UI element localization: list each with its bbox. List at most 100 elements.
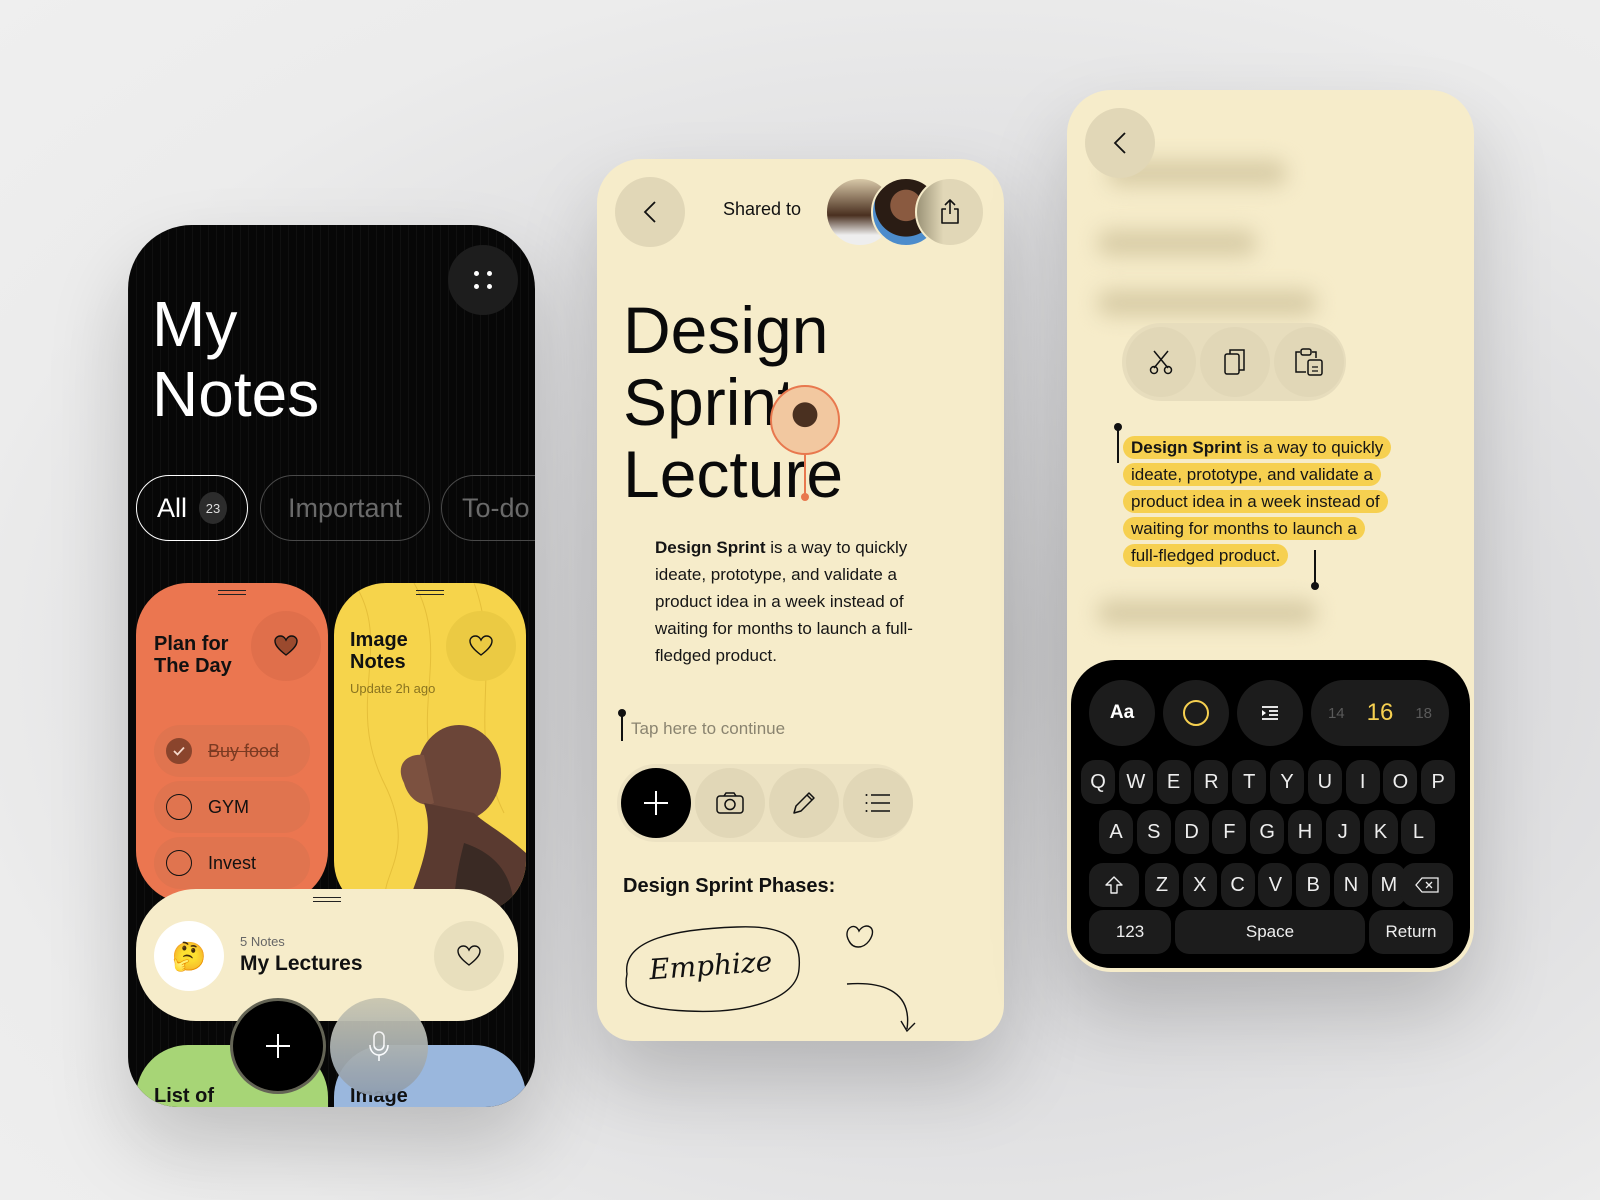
space-key[interactable]: Space [1175,910,1365,954]
key-t[interactable]: T [1232,760,1267,804]
key-o[interactable]: O [1383,760,1418,804]
key-label: Return [1385,922,1437,941]
key-l[interactable]: L [1401,810,1436,854]
page-title: My Notes [152,289,319,429]
key-label: Space [1245,922,1295,941]
list-button[interactable] [843,768,913,838]
key-label: I [1359,770,1366,793]
note-card-image-notes[interactable]: Image Notes Update 2h ago [334,583,526,913]
text-color-button[interactable] [1163,680,1229,746]
filter-chip-todo[interactable]: To-do [441,475,535,541]
share-button[interactable] [915,177,985,247]
favorite-button[interactable] [434,921,504,991]
heart-icon [469,635,493,656]
key-n[interactable]: N [1334,863,1368,907]
checkbox[interactable] [166,794,192,820]
add-note-button[interactable] [230,998,326,1094]
selection-handle-end[interactable] [1314,550,1316,586]
highlight-line: ideate, prototype, and validate a [1123,463,1381,486]
draw-button[interactable] [769,768,839,838]
size-option[interactable]: 18 [1415,705,1432,722]
note-card-lectures[interactable]: 🤔 5 Notes My Lectures [136,889,518,1021]
favorite-button[interactable] [251,611,321,681]
shift-key[interactable] [1089,863,1139,907]
key-p[interactable]: P [1421,760,1456,804]
todo-item[interactable]: GYM [154,781,310,833]
todo-label: Invest [208,852,257,873]
key-z[interactable]: Z [1145,863,1179,907]
filter-chip-all[interactable]: All 23 [136,475,248,541]
shift-icon [1105,876,1123,894]
key-b[interactable]: B [1296,863,1331,907]
size-option-selected[interactable]: 16 [1367,699,1394,727]
font-size-picker[interactable]: 14 16 18 [1311,680,1449,746]
note-body[interactable]: Design Sprint is a way to quickly ideate… [655,534,955,669]
key-label: G [1259,820,1275,843]
key-a[interactable]: A [1099,810,1133,854]
todo-item[interactable]: Buy food [154,725,310,777]
key-w[interactable]: W [1118,760,1153,804]
key-e[interactable]: E [1156,760,1191,804]
key-s[interactable]: S [1136,810,1171,854]
numbers-key[interactable]: 123 [1089,910,1171,954]
card-title: List of [154,1085,214,1107]
key-x[interactable]: X [1182,863,1217,907]
card-title: Plan for The Day [154,633,232,677]
key-label: Z [1155,873,1169,896]
key-label: T [1243,770,1256,793]
highlight-line: full-fledged product. [1123,544,1289,567]
indent-button[interactable] [1237,680,1303,746]
title-line: Design [623,293,829,367]
key-label: B [1306,873,1320,896]
filter-chip-important[interactable]: Important [260,475,430,541]
key-label: A [1109,820,1123,843]
key-j[interactable]: J [1325,810,1360,854]
key-label: R [1204,770,1219,793]
key-r[interactable]: R [1194,760,1229,804]
key-i[interactable]: I [1345,760,1380,804]
key-c[interactable]: C [1220,863,1255,907]
check-icon [173,746,185,756]
continue-input[interactable]: Tap here to continue [631,719,785,739]
paste-button[interactable] [1274,327,1344,397]
grid-dot [487,271,492,276]
key-y[interactable]: Y [1270,760,1304,804]
cut-button[interactable] [1126,327,1196,397]
section-title: Design Sprint Phases: [623,875,836,897]
back-button[interactable] [1085,108,1155,178]
backspace-key[interactable] [1401,863,1453,907]
todo-item[interactable]: Invest [154,837,310,889]
checkbox[interactable] [166,850,192,876]
drag-handle[interactable] [416,590,444,595]
key-d[interactable]: D [1174,810,1209,854]
key-v[interactable]: V [1258,863,1293,907]
key-label: W [1126,770,1146,793]
font-label: Aa [1109,702,1135,723]
drag-handle[interactable] [218,590,246,595]
key-h[interactable]: H [1288,810,1322,854]
size-option[interactable]: 14 [1328,705,1345,722]
context-menu [1122,323,1346,401]
copy-button[interactable] [1200,327,1270,397]
font-style-button[interactable]: Aa [1089,680,1155,746]
key-q[interactable]: Q [1081,760,1115,804]
key-f[interactable]: F [1212,810,1247,854]
voice-note-button[interactable] [330,998,428,1096]
checkbox-checked[interactable] [166,738,192,764]
key-u[interactable]: U [1307,760,1342,804]
key-k[interactable]: K [1363,810,1398,854]
scissors-icon [1149,350,1173,375]
add-button[interactable] [621,768,691,838]
selected-text[interactable]: Design Sprint is a way to quickly ideate… [1123,434,1443,569]
selection-handle-start[interactable] [1117,427,1119,463]
favorite-button[interactable] [446,611,516,681]
grid-dots-icon [474,271,479,276]
return-key[interactable]: Return [1369,910,1453,954]
key-g[interactable]: G [1250,810,1285,854]
drag-handle[interactable] [313,897,341,902]
chevron-left-icon [643,201,656,223]
camera-button[interactable] [695,768,765,838]
note-card-plan[interactable]: Plan for The Day Buy food GYM Invest [136,583,328,903]
menu-button[interactable] [448,245,518,315]
back-button[interactable] [615,177,685,247]
